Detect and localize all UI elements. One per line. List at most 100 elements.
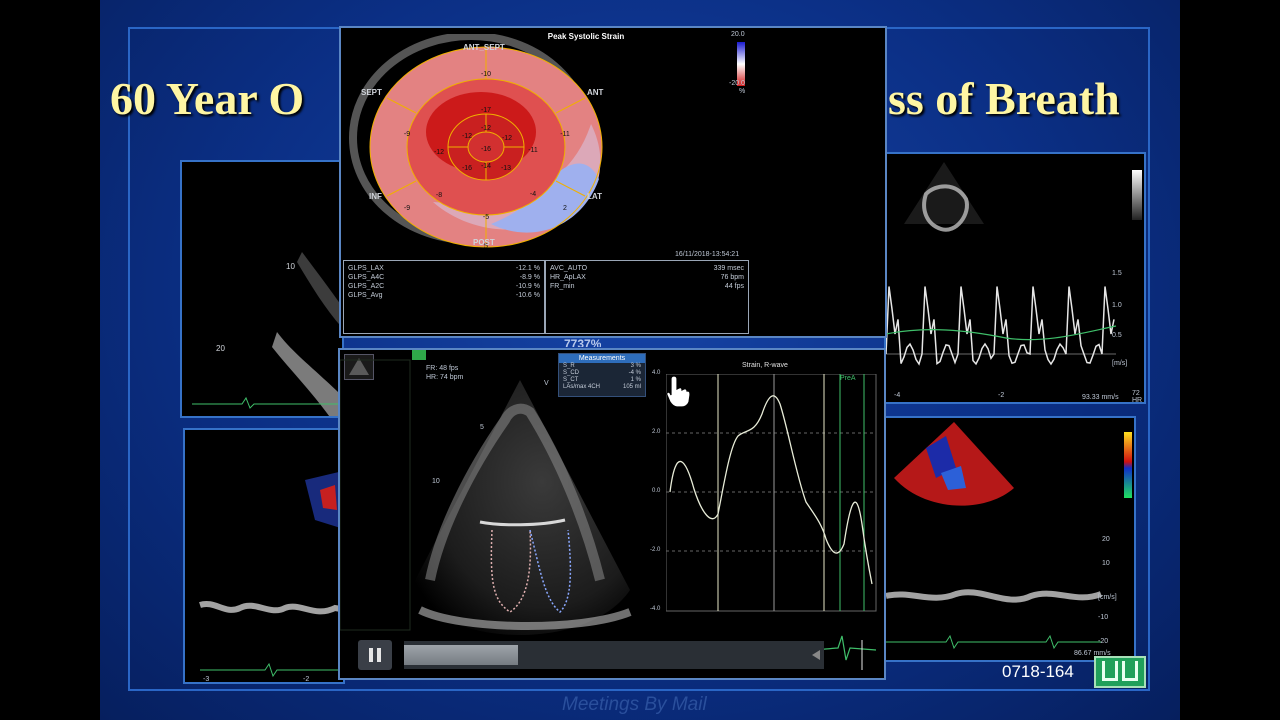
frame-step-icon[interactable] — [812, 650, 820, 660]
parasternal-echo-image — [192, 252, 342, 416]
seg-ant-basal: -11 — [560, 131, 570, 138]
gls-stat-row: GLPS_Avg -10.6 % — [344, 291, 544, 300]
tdi-doppler-image — [886, 422, 1132, 650]
label-sept: SEPT — [361, 88, 382, 97]
tdi-tick-minus10: -10 — [1098, 614, 1109, 621]
gls-stat-value: -8.9 % — [519, 274, 540, 281]
strain-chart-title: Strain, R-wave — [742, 362, 788, 369]
measurement-value: 105 ml — [622, 384, 641, 390]
tdi-tick-20: 20 — [1102, 536, 1110, 543]
bullseye-strain-window: Peak Systolic Strain -10 -9 -11 -11 2 5 … — [339, 26, 887, 338]
depth-mark-10: 10 — [286, 262, 295, 271]
obscured-value: 7737% — [564, 338, 602, 347]
strain-tick-2: 2.0 — [652, 429, 661, 435]
strain-analysis-window: FR: 48 fps HR: 74 bpm V 5 10 Strain, R-w… — [338, 348, 886, 680]
timing-stat-row: AVC_AUTO 339 msec — [546, 264, 748, 273]
depth-mark-20: 20 — [216, 344, 225, 353]
seg-apical-post: -14 — [481, 163, 491, 170]
strain-tick-minus2: -2.0 — [650, 547, 661, 553]
label-lat: LAT — [587, 192, 602, 201]
strain-tick-0: 0.0 — [652, 488, 661, 494]
slide-title-left: 60 Year O — [110, 73, 305, 124]
seg-ant-sept-basal: -10 — [481, 71, 491, 78]
pause-icon[interactable] — [358, 640, 392, 670]
gls-stat-value: -10.6 % — [515, 292, 540, 299]
strain-curve-chart: Strain, R-wave PreA — [665, 362, 878, 614]
timing-stat-label: HR_ApLAX — [550, 274, 586, 281]
gls-stat-row: GLPS_A4C -8.9 % — [344, 273, 544, 282]
scale-max: 20.0 — [731, 31, 745, 38]
gls-stat-label: GLPS_A4C — [348, 274, 385, 281]
meetings-logo-icon — [1094, 656, 1146, 688]
gls-stat-row: GLPS_A2C -10.9 % — [344, 282, 544, 291]
seg-ant-mid: -11 — [528, 147, 538, 154]
measurement-label: S_CT — [563, 377, 579, 383]
gls-stat-label: GLPS_LAX — [348, 265, 384, 272]
pw-tick-1-0: 1.0 — [1112, 302, 1122, 309]
measurement-value: 3 % — [630, 363, 641, 369]
pw-tick-1-5: 1.5 — [1112, 270, 1122, 277]
scale-min: -20.0 — [729, 80, 745, 87]
depth-mark-5: 5 — [480, 424, 484, 431]
measurement-value: 1 % — [630, 377, 641, 383]
gls-stat-label: GLPS_A2C — [348, 283, 385, 290]
seg-inf-mid: -8 — [436, 192, 442, 199]
seg-apical-ant-sept: -12 — [481, 125, 491, 132]
seg-sept-basal: -9 — [404, 131, 410, 138]
measurement-row: LAs/max 4CH 105 ml — [559, 384, 645, 391]
seg-lat-mid: -4 — [530, 191, 536, 198]
pw-doppler-image — [886, 162, 1142, 366]
scale-unit: % — [739, 88, 746, 95]
x-tick-minus3: -3 — [203, 676, 210, 683]
pw-x-tick-minus4: -4 — [894, 392, 901, 399]
seg-lat-basal: 2 — [563, 205, 567, 212]
case-number: 0718-164 — [1002, 662, 1074, 681]
timing-stat-value: 44 fps — [724, 283, 744, 290]
gls-stats-box: GLPS_LAX -12.1 % GLPS_A4C -8.9 % GLPS_A2C -10… — [343, 260, 545, 334]
apex-label: V — [544, 380, 549, 387]
slide-title-right: ss of Breath — [888, 73, 1120, 124]
tdi-tick-minus20: -20 — [1098, 638, 1109, 645]
measurement-row: S_R 3 % — [559, 363, 645, 370]
measurement-label: LAs/max 4CH — [563, 384, 601, 390]
playback-scrubber[interactable] — [404, 641, 824, 669]
seg-sept-mid: -12 — [434, 149, 444, 156]
strain-tick-minus4: -4.0 — [650, 606, 661, 612]
parasternal-echo-panel: 10 20 — [180, 160, 344, 418]
prea-marker: PreA — [840, 375, 856, 382]
timing-stat-value: 76 bpm — [720, 274, 744, 281]
strain-curve-plot — [665, 373, 877, 612]
tdi-doppler-panel: 20 10 [cm/s] -10 -20 86.67 mm/s — [884, 416, 1136, 662]
depth-mark-10b: 10 — [432, 478, 440, 485]
pw-tick-0-5: 0.5 — [1112, 332, 1122, 339]
timing-stat-row: HR_ApLAX 76 bpm — [546, 273, 748, 282]
watermark: Meetings By Mail — [562, 694, 707, 715]
strain-tick-4: 4.0 — [652, 370, 661, 376]
measurement-row: S_CT 1 % — [559, 377, 645, 384]
tdi-unit: [cm/s] — [1098, 594, 1117, 601]
seg-apical-inf: -16 — [462, 165, 472, 172]
timing-stat-label: FR_min — [550, 283, 575, 290]
seg-inf-basal: -9 — [404, 205, 410, 212]
seg-apex: -16 — [481, 146, 491, 153]
color-doppler-panel: -3 -2 — [183, 428, 345, 684]
measurements-panel[interactable]: Measurements S_R 3 % S_CD -4 % S_CT 1 % LAs/ma… — [558, 353, 646, 397]
label-ant-sept: ANT_SEPT — [463, 43, 505, 52]
measurement-label: S_R — [563, 363, 575, 369]
label-post: POST — [473, 238, 495, 247]
presentation-stage: 60 Year O ss of Breath 10 20 -3 -2 1.5 1… — [0, 0, 1280, 720]
hand-pointer-icon — [666, 375, 691, 408]
seg-ant-sept-mid: -17 — [481, 107, 491, 114]
pw-unit: [m/s] — [1112, 360, 1128, 367]
seg-apical-lat: -13 — [501, 165, 511, 172]
measurement-value: -4 % — [628, 370, 641, 376]
tdi-tick-10: 10 — [1102, 560, 1110, 567]
timing-stat-label: AVC_AUTO — [550, 265, 588, 272]
pw-heart-rate: 72 HR — [1132, 390, 1143, 404]
label-inf: INF — [369, 192, 382, 201]
seg-apical-sept: -12 — [462, 133, 472, 140]
seg-post-mid: -5 — [483, 214, 489, 221]
bullseye-timestamp: 16/11/2018-13:54:21 — [675, 251, 740, 258]
x-tick-minus2: -2 — [303, 676, 310, 683]
gls-stat-value: -12.1 % — [515, 265, 540, 272]
